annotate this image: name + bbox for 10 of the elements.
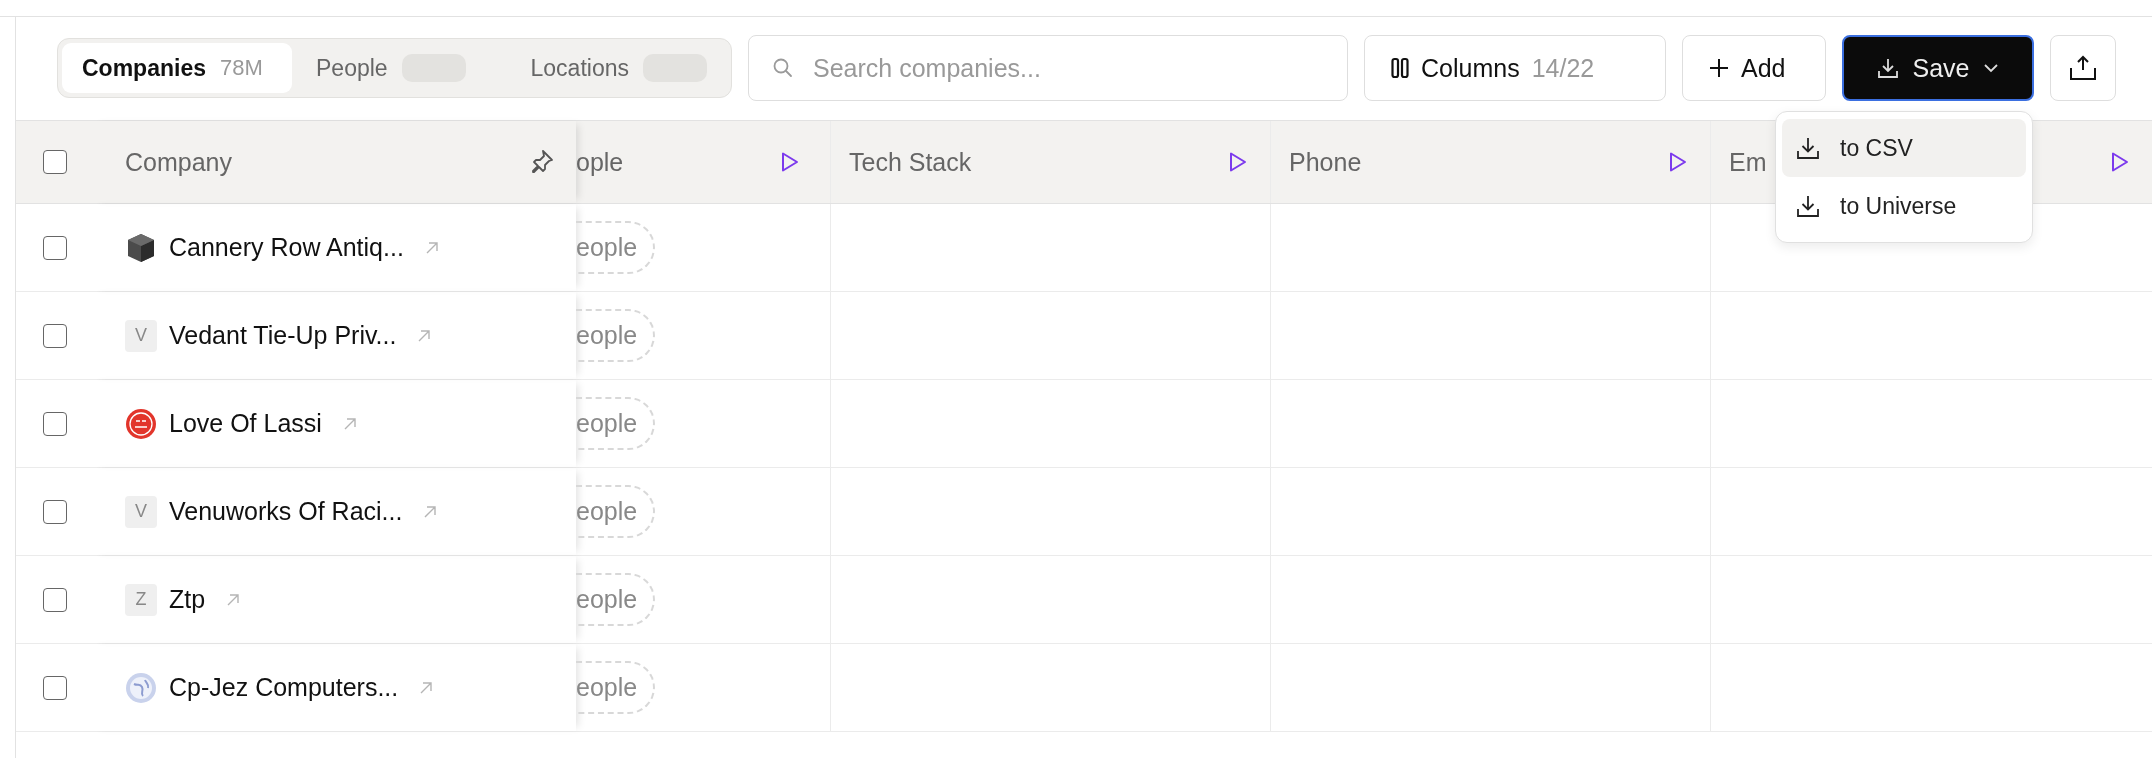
column-title: Em — [1729, 147, 1767, 177]
column-title: Phone — [1289, 147, 1362, 177]
company-initial: V — [125, 319, 157, 352]
company-initial: V — [125, 495, 157, 528]
company-initial: Z — [125, 583, 157, 616]
column-title: Company — [125, 147, 232, 177]
column-title: Tech Stack — [849, 147, 972, 177]
tab-count: 78M — [220, 55, 263, 81]
columns-count: 14/22 — [1531, 53, 1595, 83]
column-title: ople — [576, 147, 624, 177]
